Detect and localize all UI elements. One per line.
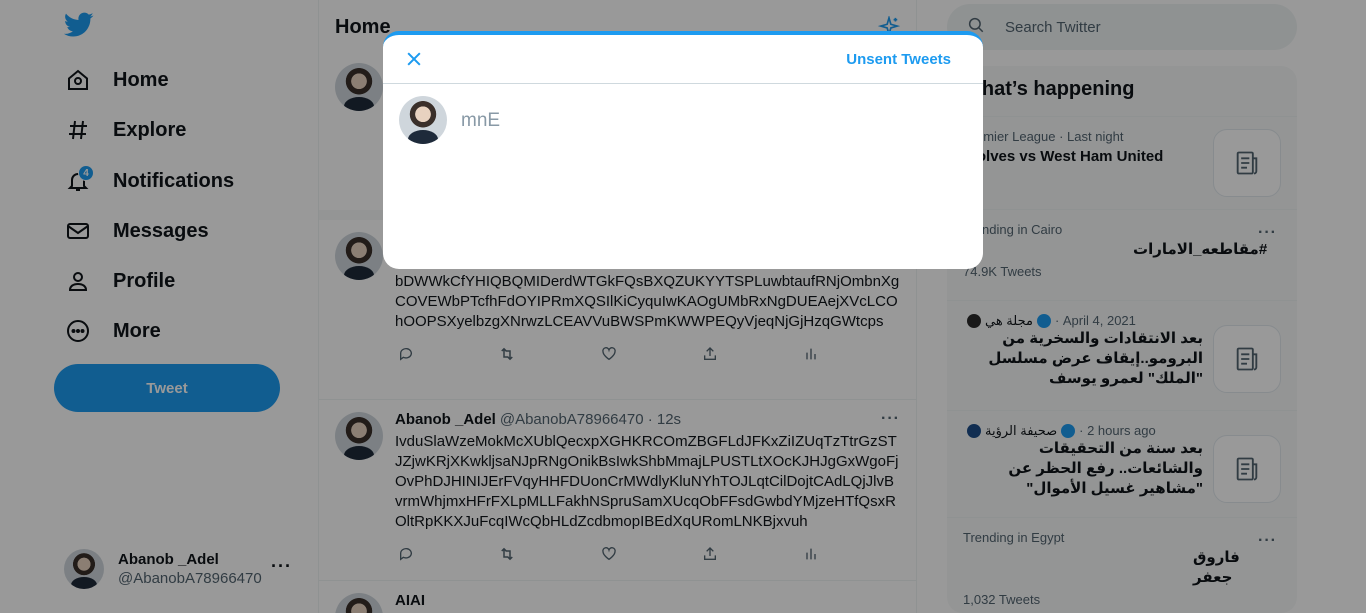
unsent-tweets-button[interactable]: Unsent Tweets bbox=[846, 51, 951, 68]
close-icon[interactable] bbox=[403, 48, 425, 70]
modal-body bbox=[383, 84, 983, 269]
modal-header: Unsent Tweets bbox=[383, 35, 983, 84]
avatar bbox=[399, 96, 447, 144]
tweet-text-input[interactable] bbox=[461, 110, 941, 132]
compose-tweet-modal: Unsent Tweets bbox=[383, 31, 983, 269]
